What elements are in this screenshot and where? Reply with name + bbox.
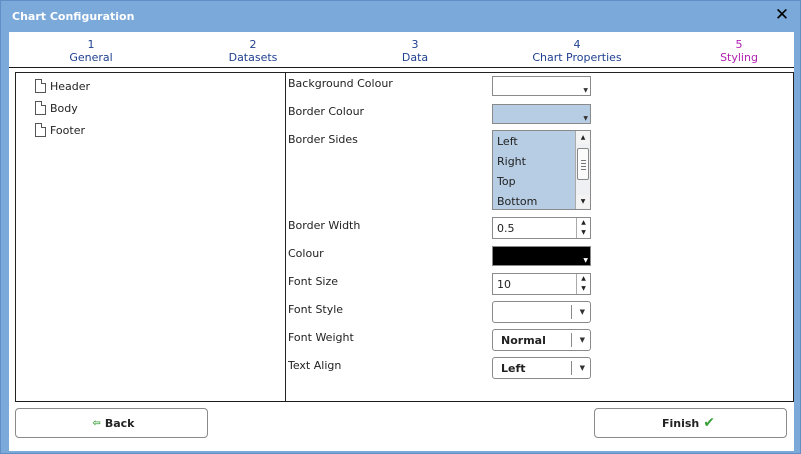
step-datasets[interactable]: 2 Datasets bbox=[188, 38, 318, 64]
section-tree: Header Body Footer bbox=[16, 73, 286, 401]
step-label: General bbox=[69, 51, 113, 64]
scroll-up-icon[interactable]: ▲ bbox=[576, 131, 590, 144]
dropdown-arrow-icon: ▼ bbox=[583, 87, 588, 94]
scroll-thumb[interactable] bbox=[577, 148, 589, 180]
select-value: Left bbox=[501, 362, 526, 375]
font-size-label: Font Size bbox=[288, 275, 339, 288]
spin-up-icon[interactable]: ▲ bbox=[577, 274, 590, 284]
step-label: Styling bbox=[720, 51, 758, 64]
tree-item-label: Footer bbox=[50, 123, 85, 137]
list-option-bottom[interactable]: Bottom bbox=[497, 195, 537, 208]
spin-buttons: ▲ ▼ bbox=[576, 218, 590, 238]
step-chart-properties[interactable]: 4 Chart Properties bbox=[512, 38, 642, 64]
dropdown-arrow-icon: ▼ bbox=[583, 257, 588, 264]
font-size-input[interactable] bbox=[493, 274, 575, 294]
tree-item-header[interactable]: Header bbox=[35, 78, 90, 94]
step-number: 3 bbox=[411, 38, 419, 51]
list-option-right[interactable]: Right bbox=[497, 155, 526, 168]
border-colour-label: Border Colour bbox=[288, 105, 365, 118]
chevron-down-icon: ▼ bbox=[579, 336, 585, 344]
list-option-top[interactable]: Top bbox=[497, 175, 516, 188]
font-style-label: Font Style bbox=[288, 303, 344, 316]
document-icon bbox=[35, 101, 46, 115]
select-value: Normal bbox=[501, 334, 546, 347]
tree-item-footer[interactable]: Footer bbox=[35, 122, 85, 138]
scroll-down-icon[interactable]: ▼ bbox=[576, 195, 590, 208]
tree-item-body[interactable]: Body bbox=[35, 100, 78, 116]
font-weight-label: Font Weight bbox=[288, 331, 354, 344]
chart-configuration-dialog: Chart Configuration ✕ 1 General 2 Datase… bbox=[0, 0, 801, 454]
listbox-scrollbar[interactable]: ▲ ▼ bbox=[575, 131, 590, 209]
back-button-label: Back bbox=[104, 416, 135, 430]
tree-item-label: Header bbox=[50, 79, 91, 93]
spin-up-icon[interactable]: ▲ bbox=[577, 218, 590, 228]
window-title: Chart Configuration bbox=[12, 10, 135, 23]
font-size-spinner: ▲ ▼ bbox=[492, 273, 591, 295]
background-colour-label: Background Colour bbox=[288, 77, 393, 90]
finish-button-label: Finish bbox=[662, 416, 700, 430]
document-icon bbox=[35, 123, 46, 137]
dropdown-arrow-icon: ▼ bbox=[583, 115, 588, 122]
step-general[interactable]: 1 General bbox=[26, 38, 156, 64]
step-data[interactable]: 3 Data bbox=[350, 38, 480, 64]
text-align-label: Text Align bbox=[288, 359, 342, 372]
border-sides-listbox[interactable]: Left Right Top Bottom ▲ ▼ bbox=[492, 130, 591, 210]
back-button[interactable]: ⇦ Back bbox=[15, 408, 208, 438]
colour-picker[interactable]: ▼ bbox=[492, 246, 591, 266]
close-icon[interactable]: ✕ bbox=[773, 6, 791, 24]
finish-button[interactable]: Finish ✔ bbox=[594, 408, 787, 438]
step-label: Chart Properties bbox=[532, 51, 622, 64]
step-number: 2 bbox=[249, 38, 257, 51]
tree-item-label: Body bbox=[50, 101, 78, 115]
text-align-select[interactable]: Left ▼ bbox=[492, 357, 591, 379]
border-sides-label: Border Sides bbox=[288, 133, 358, 146]
spin-down-icon[interactable]: ▼ bbox=[577, 284, 590, 294]
document-icon bbox=[35, 79, 46, 93]
step-label: Datasets bbox=[228, 51, 278, 64]
background-colour-picker[interactable]: ▼ bbox=[492, 76, 591, 96]
colour-label: Colour bbox=[288, 247, 324, 260]
titlebar: Chart Configuration ✕ bbox=[1, 1, 800, 31]
border-colour-picker[interactable]: ▼ bbox=[492, 104, 591, 124]
back-arrow-icon: ⇦ bbox=[92, 417, 101, 429]
chevron-down-icon: ▼ bbox=[579, 308, 585, 316]
step-number: 4 bbox=[573, 38, 581, 51]
font-weight-select[interactable]: Normal ▼ bbox=[492, 329, 591, 351]
font-style-select[interactable]: ▼ bbox=[492, 301, 591, 323]
spin-buttons: ▲ ▼ bbox=[576, 274, 590, 294]
chevron-down-icon: ▼ bbox=[579, 364, 585, 372]
step-styling[interactable]: 5 Styling bbox=[674, 38, 801, 64]
styling-content: Header Body Footer Background Colour ▼ B… bbox=[15, 72, 794, 402]
step-number: 1 bbox=[87, 38, 95, 51]
border-width-spinner: ▲ ▼ bbox=[492, 217, 591, 239]
border-width-input[interactable] bbox=[493, 218, 575, 238]
check-icon: ✔ bbox=[703, 415, 715, 431]
list-option-left[interactable]: Left bbox=[497, 135, 518, 148]
step-number: 5 bbox=[735, 38, 743, 51]
spin-down-icon[interactable]: ▼ bbox=[577, 228, 590, 238]
border-width-label: Border Width bbox=[288, 219, 361, 232]
wizard-steps: 1 General 2 Datasets 3 Data 4 Chart Prop… bbox=[9, 32, 794, 68]
step-label: Data bbox=[401, 51, 429, 64]
dialog-panel: 1 General 2 Datasets 3 Data 4 Chart Prop… bbox=[9, 32, 794, 451]
